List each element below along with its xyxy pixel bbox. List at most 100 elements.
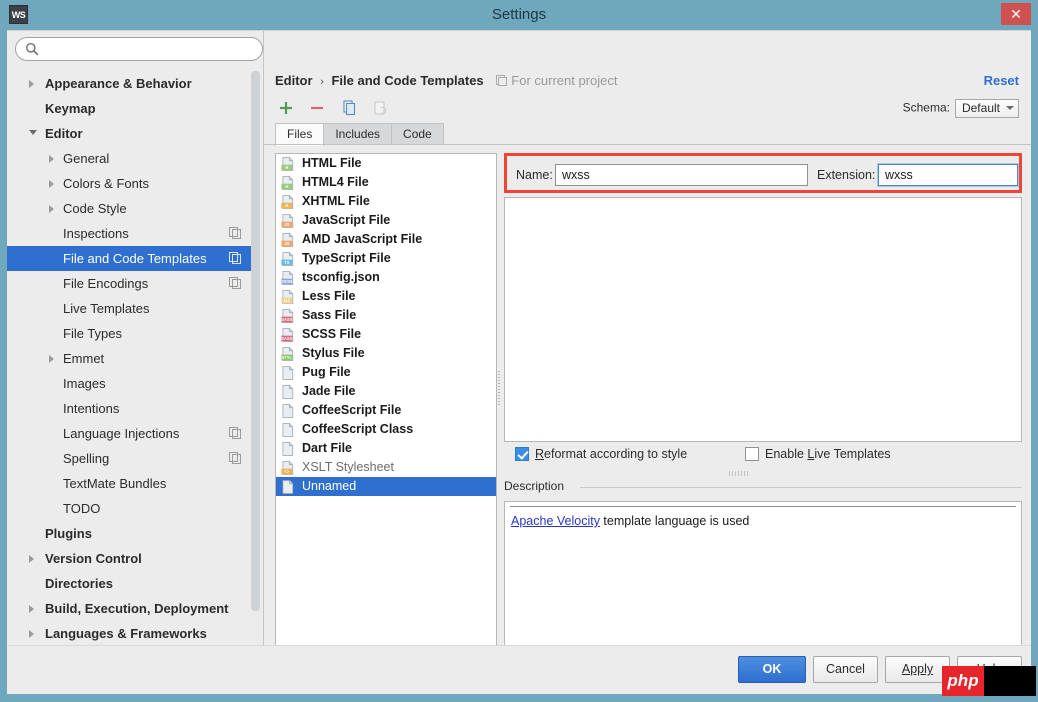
- apply-button[interactable]: Apply: [885, 656, 950, 683]
- copy-template-button[interactable]: [338, 97, 360, 119]
- dialog-content: Appearance & BehaviorKeymapEditorGeneral…: [7, 30, 1031, 646]
- tab-files[interactable]: Files: [275, 123, 324, 146]
- chevron-right-icon[interactable]: [29, 630, 34, 638]
- chevron-right-icon[interactable]: [49, 180, 54, 188]
- list-item[interactable]: <>XSLT Stylesheet: [276, 458, 496, 477]
- list-item[interactable]: SASSSass File: [276, 306, 496, 325]
- chevron-right-icon[interactable]: [49, 355, 54, 363]
- list-item[interactable]: {L}Less File: [276, 287, 496, 306]
- reformat-checkbox[interactable]: Reformat according to style: [515, 447, 687, 461]
- templates-toolbar: [275, 97, 396, 119]
- reformat-checkbox-box[interactable]: [515, 447, 529, 461]
- list-item[interactable]: HHTML4 File: [276, 173, 496, 192]
- sidebar-item-languages-frameworks[interactable]: Languages & Frameworks: [7, 621, 253, 646]
- breadcrumb-root[interactable]: Editor: [275, 73, 313, 88]
- sidebar-item-label: Keymap: [45, 96, 96, 121]
- remove-template-button[interactable]: [306, 97, 328, 119]
- list-item[interactable]: JSAMD JavaScript File: [276, 230, 496, 249]
- list-item-label: Dart File: [302, 441, 352, 455]
- close-icon[interactable]: ✕: [1001, 3, 1031, 25]
- sidebar-item-textmate-bundles[interactable]: TextMate Bundles: [7, 471, 253, 496]
- template-detail: Name: Extension: Reformat according to s…: [504, 153, 1022, 657]
- sidebar-item-label: TextMate Bundles: [63, 471, 166, 496]
- list-item[interactable]: SASSSCSS File: [276, 325, 496, 344]
- sidebar-item-editor[interactable]: Editor: [7, 121, 253, 146]
- schema-select[interactable]: Default: [955, 99, 1019, 118]
- sidebar-scrollbar-thumb[interactable]: [251, 71, 260, 611]
- chevron-right-icon[interactable]: [29, 80, 34, 88]
- sidebar-item-directories[interactable]: Directories: [7, 571, 253, 596]
- list-item[interactable]: JSJavaScript File: [276, 211, 496, 230]
- template-name-input[interactable]: [555, 164, 808, 186]
- list-item[interactable]: HHTML File: [276, 154, 496, 173]
- sidebar-item-appearance-behavior[interactable]: Appearance & Behavior: [7, 71, 253, 96]
- list-item[interactable]: HXHTML File: [276, 192, 496, 211]
- svg-text:JS: JS: [284, 241, 289, 246]
- sidebar-item-intentions[interactable]: Intentions: [7, 396, 253, 421]
- description-rest: template language is used: [600, 514, 749, 528]
- add-template-button[interactable]: [275, 97, 297, 119]
- list-item-label: Stylus File: [302, 346, 365, 360]
- sidebar-item-file-types[interactable]: File Types: [7, 321, 253, 346]
- sidebar-item-file-encodings[interactable]: File Encodings: [7, 271, 253, 296]
- list-item[interactable]: TSTypeScript File: [276, 249, 496, 268]
- sidebar-item-label: Language Injections: [63, 421, 179, 446]
- amd-javascript-file-icon: JS: [281, 233, 296, 247]
- tab-includes[interactable]: Includes: [323, 123, 392, 145]
- sidebar-scrollbar[interactable]: [251, 71, 260, 641]
- live-templates-label-post: ive Templates: [814, 447, 890, 461]
- list-item[interactable]: Unnamed: [276, 477, 496, 496]
- list-item[interactable]: JSONtsconfig.json: [276, 268, 496, 287]
- options-splitter-handle[interactable]: [729, 471, 749, 476]
- dialog-footer: OK Cancel Apply Help: [7, 645, 1031, 694]
- live-templates-checkbox[interactable]: Enable Live Templates: [745, 447, 891, 461]
- template-options-row: Reformat according to style Enable Live …: [504, 447, 1022, 471]
- sidebar-item-version-control[interactable]: Version Control: [7, 546, 253, 571]
- list-item[interactable]: Pug File: [276, 363, 496, 382]
- sidebar-item-keymap[interactable]: Keymap: [7, 96, 253, 121]
- sidebar-item-code-style[interactable]: Code Style: [7, 196, 253, 221]
- template-file-list[interactable]: HHTML FileHHTML4 FileHXHTML FileJSJavaSc…: [275, 153, 497, 659]
- sidebar-item-spelling[interactable]: Spelling: [7, 446, 253, 471]
- reset-link[interactable]: Reset: [984, 73, 1019, 88]
- chevron-right-icon[interactable]: [49, 205, 54, 213]
- list-splitter-handle[interactable]: [495, 371, 503, 407]
- reformat-label-mnemonic: R: [535, 447, 544, 461]
- chevron-right-icon[interactable]: [29, 605, 34, 613]
- list-item[interactable]: Jade File: [276, 382, 496, 401]
- list-item[interactable]: STYLStylus File: [276, 344, 496, 363]
- list-item[interactable]: Dart File: [276, 439, 496, 458]
- svg-text:H: H: [285, 203, 288, 208]
- chevron-right-icon[interactable]: [49, 155, 54, 163]
- ok-button[interactable]: OK: [738, 656, 806, 683]
- sidebar-item-language-injections[interactable]: Language Injections: [7, 421, 253, 446]
- chevron-right-icon[interactable]: [29, 555, 34, 563]
- sidebar-item-build-execution-deployment[interactable]: Build, Execution, Deployment: [7, 596, 253, 621]
- chevron-down-icon[interactable]: [29, 130, 37, 135]
- sidebar-item-todo[interactable]: TODO: [7, 496, 253, 521]
- sidebar-item-file-and-code-templates[interactable]: File and Code Templates: [7, 246, 253, 271]
- sidebar-item-plugins[interactable]: Plugins: [7, 521, 253, 546]
- sidebar-item-colors-fonts[interactable]: Colors & Fonts: [7, 171, 253, 196]
- search-box[interactable]: [15, 37, 263, 61]
- live-templates-checkbox-box[interactable]: [745, 447, 759, 461]
- sidebar-item-emmet[interactable]: Emmet: [7, 346, 253, 371]
- scope-note: For current project: [496, 73, 617, 88]
- cancel-button[interactable]: Cancel: [813, 656, 878, 683]
- list-item[interactable]: CoffeeScript File: [276, 401, 496, 420]
- apache-velocity-link[interactable]: Apache Velocity: [511, 514, 600, 528]
- sidebar-item-live-templates[interactable]: Live Templates: [7, 296, 253, 321]
- search-input[interactable]: [15, 37, 263, 61]
- jade-file-icon: [281, 385, 296, 399]
- template-body-editor[interactable]: [504, 197, 1022, 442]
- sidebar-item-general[interactable]: General: [7, 146, 253, 171]
- sidebar-item-label: TODO: [63, 496, 100, 521]
- sidebar-item-inspections[interactable]: Inspections: [7, 221, 253, 246]
- sidebar-item-images[interactable]: Images: [7, 371, 253, 396]
- svg-text:JS: JS: [284, 222, 289, 227]
- template-extension-input[interactable]: [878, 164, 1018, 186]
- settings-tree[interactable]: Appearance & BehaviorKeymapEditorGeneral…: [7, 71, 253, 646]
- list-item[interactable]: CoffeeScript Class: [276, 420, 496, 439]
- sidebar-item-label: Plugins: [45, 521, 92, 546]
- tab-code[interactable]: Code: [391, 123, 444, 145]
